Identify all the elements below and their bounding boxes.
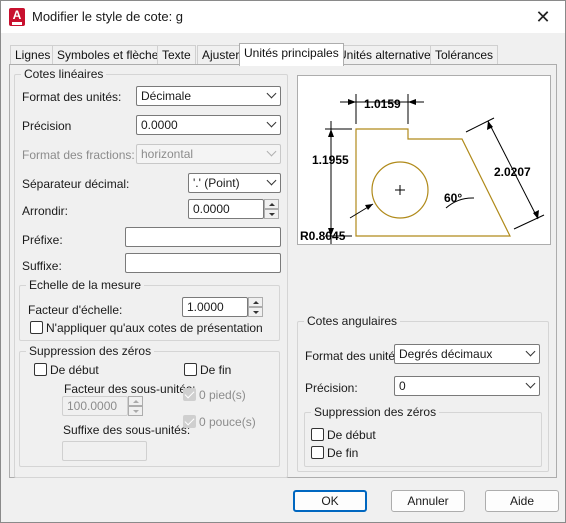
precision-select[interactable]: 0.0000 [136, 115, 281, 135]
tab-unites-principales[interactable]: Unités principales [239, 43, 344, 66]
dimension-preview-drawing: 1.0159 1.1955 2.0207 60° R0.8045 [300, 94, 545, 244]
zero-angular-group-title: Suppression des zéros [311, 405, 440, 419]
scale-factor-spinner[interactable] [248, 297, 263, 317]
chevron-down-icon [266, 117, 277, 128]
angular-leading-zero-label: De début [327, 428, 376, 442]
unit-format-select[interactable]: Décimale [136, 86, 281, 106]
layout-only-label: N'appliquer qu'aux cotes de présentation [46, 321, 263, 335]
angular-unit-format-select[interactable]: Degrés décimaux [394, 344, 540, 364]
feet-checkbox[interactable] [183, 388, 196, 401]
fraction-format-select[interactable]: horizontal [136, 144, 281, 164]
leading-zero-checkbox[interactable] [34, 363, 47, 376]
preview-part-outline [355, 128, 511, 237]
inches-checkbox[interactable] [183, 415, 196, 428]
help-button[interactable]: Aide [485, 490, 559, 512]
sub-units-suffix-label: Suffixe des sous-unités: [63, 423, 191, 437]
decimal-separator-select[interactable]: '.' (Point) [188, 173, 281, 193]
ok-button[interactable]: OK [293, 490, 367, 512]
feet-label: 0 pied(s) [199, 388, 246, 402]
preview-geometry [355, 128, 511, 237]
angular-unit-format-label: Format des unités: [305, 349, 405, 363]
fraction-format-label: Format des fractions: [22, 148, 135, 162]
prefix-input[interactable] [125, 227, 281, 247]
preview-dim-aligned: 2.0207 [494, 165, 531, 179]
title-bar: A Modifier le style de cote: g ✕ [1, 1, 565, 33]
prefix-label: Préfixe: [22, 233, 63, 247]
angular-trailing-zero-label: De fin [327, 446, 359, 460]
preview-dim-top: 1.0159 [364, 97, 401, 111]
round-off-label: Arrondir: [22, 204, 69, 218]
suffix-input[interactable] [125, 253, 281, 273]
cancel-button[interactable]: Annuler [391, 490, 465, 512]
unit-format-label: Format des unités: [22, 90, 122, 104]
scale-factor-input[interactable]: 1.0000 [182, 297, 248, 317]
layout-only-checkbox[interactable] [30, 321, 43, 334]
inches-label: 0 pouce(s) [199, 415, 256, 429]
tab-texte[interactable]: Texte [157, 45, 196, 65]
sub-units-factor-input[interactable]: 100.0000 [62, 396, 128, 416]
chevron-down-icon [525, 346, 536, 357]
angular-group-title: Cotes angulaires [304, 314, 401, 328]
chevron-down-icon [266, 88, 277, 99]
linear-group-title: Cotes linéaires [21, 67, 107, 81]
scale-group-title: Echelle de la mesure [26, 278, 145, 292]
tab-lignes[interactable]: Lignes [10, 45, 56, 65]
chevron-down-icon [266, 175, 277, 186]
chevron-down-icon [525, 378, 536, 389]
trailing-zero-label: De fin [200, 363, 232, 377]
tab-symboles-fleches[interactable]: Symboles et flèches [52, 45, 170, 65]
angular-leading-zero-checkbox[interactable] [311, 428, 324, 441]
precision-label: Précision [22, 119, 72, 133]
dimension-style-dialog: A Modifier le style de cote: g ✕ Lignes … [0, 0, 566, 523]
decimal-separator-label: Séparateur décimal: [22, 177, 130, 191]
window-title: Modifier le style de cote: g [32, 9, 184, 24]
preview-pane: 1.0159 1.1955 2.0207 60° R0.8045 [297, 75, 551, 245]
tab-ajuster[interactable]: Ajuster [197, 45, 245, 65]
chevron-down-icon [266, 146, 277, 157]
trailing-zero-checkbox[interactable] [184, 363, 197, 376]
suffix-label: Suffixe: [22, 259, 62, 273]
preview-dim-left: 1.1955 [312, 153, 349, 167]
scale-factor-label: Facteur d'échelle: [28, 303, 123, 317]
round-off-spinner[interactable] [264, 199, 279, 219]
autocad-app-icon: A [9, 8, 25, 26]
tab-unites-alternatives[interactable]: Unités alternatives [333, 45, 442, 65]
zero-linear-group-title: Suppression des zéros [26, 344, 155, 358]
sub-units-factor-label: Facteur des sous-unités: [64, 382, 196, 396]
tab-tolerances[interactable]: Tolérances [430, 45, 499, 65]
angular-precision-select[interactable]: 0 [394, 376, 540, 396]
preview-dim-angle: 60° [444, 191, 462, 205]
round-off-input[interactable]: 0.0000 [188, 199, 264, 219]
sub-units-suffix-input[interactable] [62, 441, 147, 461]
close-button[interactable]: ✕ [521, 1, 565, 33]
preview-dim-radius: R0.8045 [300, 229, 346, 243]
angular-precision-label: Précision: [305, 381, 358, 395]
angular-trailing-zero-checkbox[interactable] [311, 446, 324, 459]
leading-zero-label: De début [50, 363, 99, 377]
sub-units-factor-spinner[interactable] [128, 396, 143, 416]
